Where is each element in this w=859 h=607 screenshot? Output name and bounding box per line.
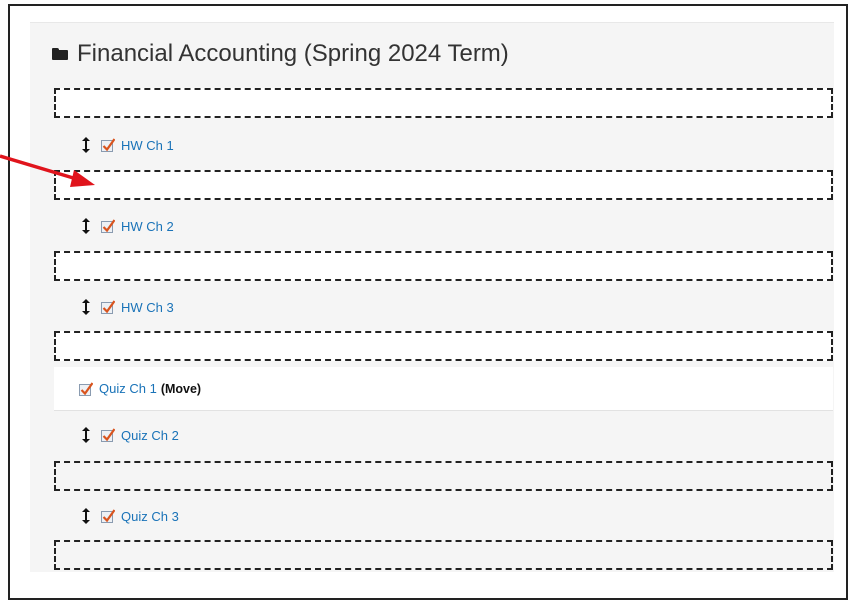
activity-row-hw-ch-2: HW Ch 2 xyxy=(54,206,833,246)
activity-row-hw-ch-3: HW Ch 3 xyxy=(54,287,833,327)
drag-handle-icon[interactable] xyxy=(81,508,91,524)
drag-handle-icon[interactable] xyxy=(81,427,91,443)
activity-row-quiz-ch-3: Quiz Ch 3 xyxy=(54,496,833,536)
activity-link-hw-ch-3[interactable]: HW Ch 3 xyxy=(121,300,174,315)
drag-handle-icon[interactable] xyxy=(81,218,91,234)
activity-row-quiz-ch-1-moving: Quiz Ch 1 (Move) xyxy=(54,367,833,411)
activity-link-quiz-ch-2[interactable]: Quiz Ch 2 xyxy=(121,428,179,443)
red-arrow-icon xyxy=(0,154,95,187)
drop-target-6[interactable] xyxy=(54,540,833,570)
assignment-checkbox-icon xyxy=(101,428,115,442)
move-status-label: (Move) xyxy=(160,381,202,396)
drop-target-3[interactable] xyxy=(54,251,833,281)
assignment-checkbox-icon xyxy=(101,219,115,233)
activity-link-quiz-ch-1[interactable]: Quiz Ch 1 xyxy=(99,381,157,396)
drop-target-4[interactable] xyxy=(54,331,833,361)
drop-target-2[interactable] xyxy=(54,170,833,200)
assignment-checkbox-icon xyxy=(101,509,115,523)
section-header: Financial Accounting (Spring 2024 Term) xyxy=(52,38,509,70)
assignment-checkbox-icon xyxy=(101,138,115,152)
assignment-checkbox-icon xyxy=(101,300,115,314)
activity-row-hw-ch-1: HW Ch 1 xyxy=(54,125,833,165)
activity-link-quiz-ch-3[interactable]: Quiz Ch 3 xyxy=(121,509,179,524)
section-title: Financial Accounting (Spring 2024 Term) xyxy=(77,40,509,67)
drag-handle-icon[interactable] xyxy=(81,299,91,315)
activity-link-hw-ch-2[interactable]: HW Ch 2 xyxy=(121,219,174,234)
assignment-checkbox-icon xyxy=(79,381,93,396)
folder-icon xyxy=(52,48,68,60)
drop-target-5[interactable] xyxy=(54,461,833,491)
activity-row-quiz-ch-2: Quiz Ch 2 xyxy=(54,415,833,455)
activity-link-hw-ch-1[interactable]: HW Ch 1 xyxy=(121,138,174,153)
drop-target-1[interactable] xyxy=(54,88,833,118)
